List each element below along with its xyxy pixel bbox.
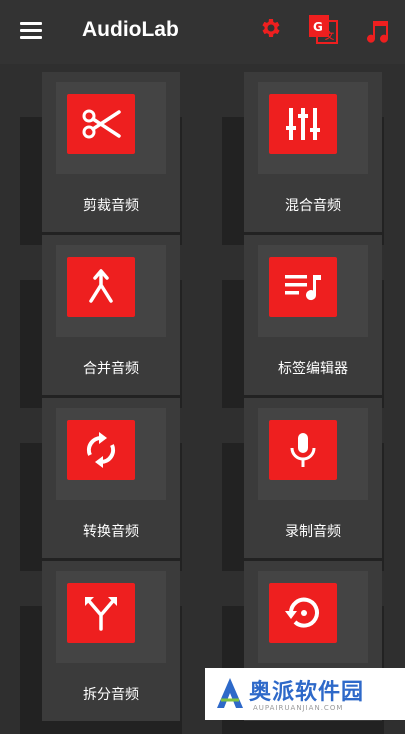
tool-card-merge[interactable]: 合并音频 bbox=[20, 235, 202, 408]
watermark-text: 奥派软件园 bbox=[249, 680, 365, 705]
restore-icon bbox=[285, 597, 319, 628]
tool-label: 标签编辑器 bbox=[278, 361, 348, 377]
merge-icon bbox=[89, 269, 113, 303]
tool-icon-box bbox=[269, 420, 337, 480]
playlist-music-icon bbox=[285, 275, 321, 301]
tool-card-trim[interactable]: 剪裁音频 bbox=[20, 72, 202, 245]
convert-icon bbox=[86, 432, 116, 468]
settings-icon[interactable] bbox=[258, 16, 282, 40]
tool-label: 混合音频 bbox=[285, 198, 341, 214]
tool-label: 剪裁音频 bbox=[83, 198, 139, 214]
music-note-icon[interactable] bbox=[364, 18, 390, 44]
tool-label: 转换音频 bbox=[83, 524, 139, 540]
tool-label: 录制音频 bbox=[285, 524, 341, 540]
split-icon bbox=[85, 597, 117, 631]
tool-card-tag-editor[interactable]: 标签编辑器 bbox=[222, 235, 404, 408]
scissors-icon bbox=[82, 109, 121, 139]
app-title: AudioLab bbox=[82, 18, 179, 41]
tool-icon-box bbox=[269, 583, 337, 643]
tool-icon-box bbox=[269, 94, 337, 154]
svg-text:文: 文 bbox=[324, 30, 335, 42]
microphone-icon bbox=[290, 433, 316, 467]
tool-icon-box bbox=[67, 420, 135, 480]
tool-card-split[interactable]: 拆分音频 bbox=[20, 561, 202, 734]
watermark-logo-icon bbox=[217, 678, 243, 708]
tool-card-mix[interactable]: 混合音频 bbox=[222, 72, 404, 245]
svg-text:G: G bbox=[313, 20, 323, 34]
tool-label: 合并音频 bbox=[83, 361, 139, 377]
equalizer-icon bbox=[286, 108, 320, 140]
tool-icon-box bbox=[67, 257, 135, 317]
tool-icon-box bbox=[67, 583, 135, 643]
tool-card-convert[interactable]: 转换音频 bbox=[20, 398, 202, 571]
translate-icon[interactable]: G 文 bbox=[308, 14, 338, 44]
menu-icon[interactable] bbox=[20, 22, 42, 40]
tool-icon-box bbox=[67, 94, 135, 154]
watermark-subtext: AUPAIRUANJIAN.COM bbox=[253, 704, 344, 712]
tool-icon-box bbox=[269, 257, 337, 317]
watermark: 奥派软件园 AUPAIRUANJIAN.COM bbox=[205, 668, 405, 720]
tool-card-record[interactable]: 录制音频 bbox=[222, 398, 404, 571]
tool-label: 拆分音频 bbox=[83, 687, 139, 703]
app-bar: AudioLab G 文 bbox=[0, 0, 405, 64]
